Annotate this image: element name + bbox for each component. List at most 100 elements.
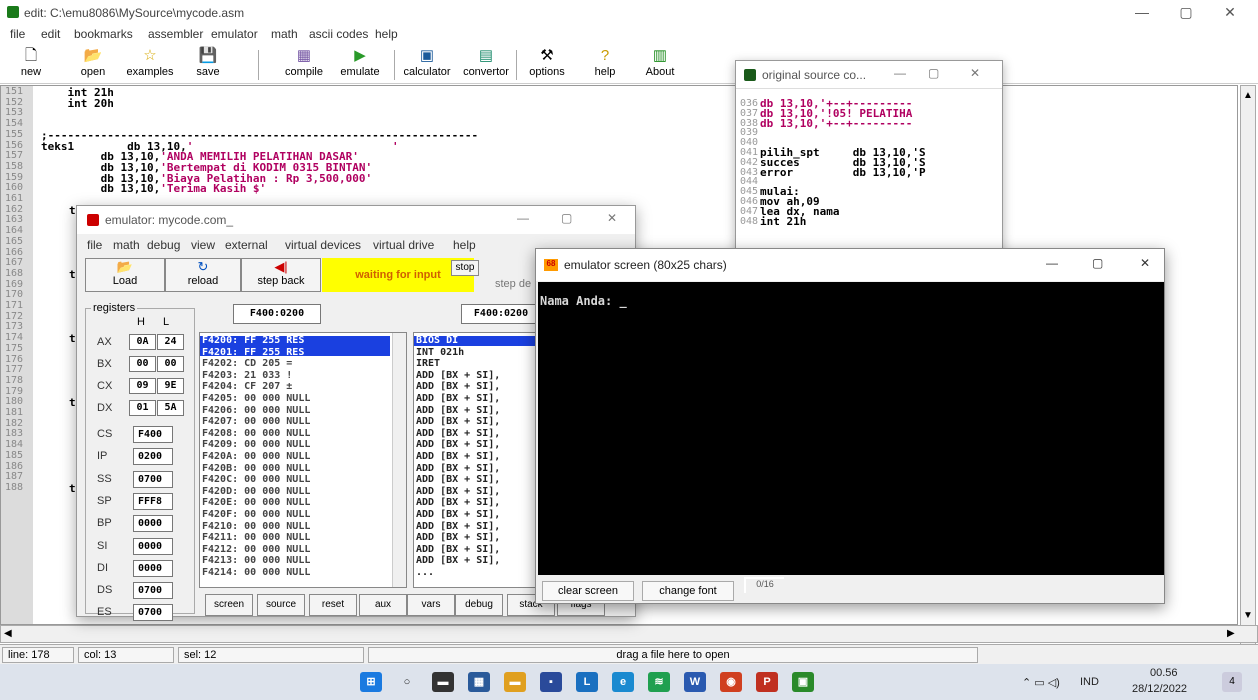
load-button[interactable]: 📂 Load [85, 258, 165, 292]
reload-button[interactable]: ↻ reload [165, 258, 241, 292]
memory-row[interactable]: F420A: 00 000 NULL [202, 451, 310, 461]
disassembly-row[interactable]: ADD [BX + SI], [416, 440, 500, 450]
close-button[interactable]: ✕ [607, 211, 617, 225]
register-value[interactable]: 0200 [133, 448, 173, 466]
word-icon[interactable]: W [684, 672, 706, 692]
memory-scrollbar[interactable] [392, 333, 406, 587]
calculator-button[interactable]: ▣ calculator [398, 46, 456, 84]
register-value[interactable]: 0000 [133, 559, 173, 577]
emu-menu-external[interactable]: external [225, 238, 268, 252]
close-button[interactable]: ✕ [1210, 4, 1250, 21]
change-font-button[interactable]: change font [642, 581, 734, 601]
about-button[interactable]: ▥ About [640, 46, 680, 84]
menu-emulator[interactable]: emulator [211, 27, 258, 41]
memory-row[interactable]: F4209: 00 000 NULL [202, 440, 310, 450]
close-button[interactable]: ✕ [970, 66, 980, 80]
notification-icon[interactable]: 4 [1222, 672, 1242, 692]
register-value[interactable]: 0000 [133, 537, 173, 555]
examples-button[interactable]: ☆ examples [120, 46, 180, 84]
disassembly-row[interactable]: ADD [BX + SI], [416, 475, 500, 485]
file-explorer-icon[interactable]: ▬ [504, 672, 526, 692]
emu-menu-view[interactable]: view [191, 238, 215, 252]
help-button[interactable]: ? help [590, 46, 620, 84]
emu-menu-virtual-drive[interactable]: virtual drive [373, 238, 434, 252]
language-indicator[interactable]: IND [1080, 676, 1099, 688]
memory-row[interactable]: F4204: CF 207 ± [202, 382, 292, 392]
menu-assembler[interactable]: assembler [148, 27, 203, 41]
disassembly-row[interactable]: ADD [BX + SI], [416, 498, 500, 508]
edge-icon[interactable]: e [612, 672, 634, 692]
memory-row[interactable]: F4213: 00 000 NULL [202, 556, 310, 566]
register-value[interactable]: FFF8 [133, 492, 173, 510]
search-icon[interactable]: ○ [396, 672, 418, 692]
save-button[interactable]: 💾 save [194, 46, 222, 84]
scroll-up-icon[interactable]: ▲ [1243, 90, 1253, 101]
disassembly-row[interactable]: ADD [BX + SI], [416, 521, 500, 531]
register-value[interactable]: 0700 [133, 582, 173, 600]
disassembly-address-field[interactable]: F400:0200 [461, 304, 541, 324]
menu-edit[interactable]: edit [41, 27, 60, 41]
register-high-byte[interactable]: 09 [129, 378, 156, 394]
close-button[interactable]: ✕ [1140, 256, 1150, 270]
options-button[interactable]: ⚒ options [522, 46, 572, 84]
memory-row[interactable]: F4203: 21 033 ! [202, 370, 292, 380]
emu-menu-file[interactable]: file [87, 238, 102, 252]
start-icon[interactable]: ⊞ [360, 672, 382, 692]
memory-row[interactable]: F4208: 00 000 NULL [202, 428, 310, 438]
maximize-button[interactable]: ▢ [928, 66, 939, 80]
memory-row[interactable]: F4202: CD 205 = [202, 359, 292, 369]
menu-math[interactable]: math [271, 27, 298, 41]
editor-horizontal-scrollbar[interactable]: ◀ ▶ [0, 625, 1258, 643]
console-screen[interactable]: Nama Anda: _ [538, 282, 1164, 575]
emu-menu-help[interactable]: help [453, 238, 476, 252]
spotify-icon[interactable]: ≋ [648, 672, 670, 692]
original-source-window[interactable]: original source co... — ▢ ✕ 036 037 038 039… [735, 60, 1003, 260]
disassembly-row[interactable]: ADD [BX + SI], [416, 428, 500, 438]
disassembly-list[interactable]: BIOS DI INT 021h IRET ADD [BX + SI], ADD [BX… [413, 332, 541, 588]
menu-ascii-codes[interactable]: ascii codes [309, 27, 368, 41]
scroll-left-icon[interactable]: ◀ [4, 628, 12, 639]
memory-row[interactable]: F420E: 00 000 NULL [202, 498, 310, 508]
clear-screen-button[interactable]: clear screen [542, 581, 634, 601]
memory-row[interactable]: F4207: 00 000 NULL [202, 417, 310, 427]
stop-button[interactable]: stop [451, 260, 479, 276]
disassembly-row[interactable]: ADD [BX + SI], [416, 509, 500, 519]
disassembly-row[interactable]: ADD [BX + SI], [416, 533, 500, 543]
disassembly-row[interactable]: ADD [BX + SI], [416, 382, 500, 392]
emulate-button[interactable]: ▶ emulate [334, 46, 386, 84]
memory-row[interactable]: F4200: FF 255 RES [202, 335, 304, 345]
compile-button[interactable]: ▦ compile [278, 46, 330, 84]
system-tray-icons[interactable]: ⌃ ▭ ◁) [1022, 676, 1060, 689]
register-value[interactable]: 0700 [133, 470, 173, 488]
memory-row[interactable]: F420C: 00 000 NULL [202, 475, 310, 485]
minimize-button[interactable]: — [517, 211, 529, 225]
memory-row[interactable]: F4212: 00 000 NULL [202, 544, 310, 554]
clock-date[interactable]: 28/12/2022 [1132, 683, 1187, 695]
disassembly-row[interactable]: ADD [BX + SI], [416, 486, 500, 496]
memory-row[interactable]: F4201: FF 255 RES [202, 347, 304, 357]
memory-row[interactable]: F4214: 00 000 NULL [202, 567, 310, 577]
memory-row[interactable]: F4210: 00 000 NULL [202, 521, 310, 531]
widgets-icon[interactable]: ▦ [468, 672, 490, 692]
menu-help[interactable]: help [375, 27, 398, 41]
memory-row[interactable]: F420D: 00 000 NULL [202, 486, 310, 496]
app-l-icon[interactable]: L [576, 672, 598, 692]
menu-bookmarks[interactable]: bookmarks [74, 27, 133, 41]
emu8086-icon[interactable]: ▣ [792, 672, 814, 692]
maximize-button[interactable]: ▢ [1166, 4, 1206, 21]
disassembly-row[interactable]: ADD [BX + SI], [416, 544, 500, 554]
memory-row[interactable]: F420F: 00 000 NULL [202, 509, 310, 519]
source-code-view[interactable]: 036 037 038 039 040 041 042 043 044 045 046 047 048 … [736, 93, 1004, 261]
maximize-button[interactable]: ▢ [1092, 256, 1103, 270]
register-high-byte[interactable]: 0A [129, 334, 156, 350]
memory-row[interactable]: F4211: 00 000 NULL [202, 533, 310, 543]
register-low-byte[interactable]: 00 [157, 356, 184, 372]
open-button[interactable]: 📂 open [73, 46, 113, 84]
register-low-byte[interactable]: 5A [157, 400, 184, 416]
minimize-button[interactable]: — [1046, 256, 1058, 270]
emu-source-button[interactable]: source [257, 594, 305, 616]
emu-aux-button[interactable]: aux [359, 594, 407, 616]
disassembly-row[interactable]: ADD [BX + SI], [416, 556, 500, 566]
scroll-right-icon[interactable]: ▶ [1227, 628, 1235, 639]
emu-screen-button[interactable]: screen [205, 594, 253, 616]
